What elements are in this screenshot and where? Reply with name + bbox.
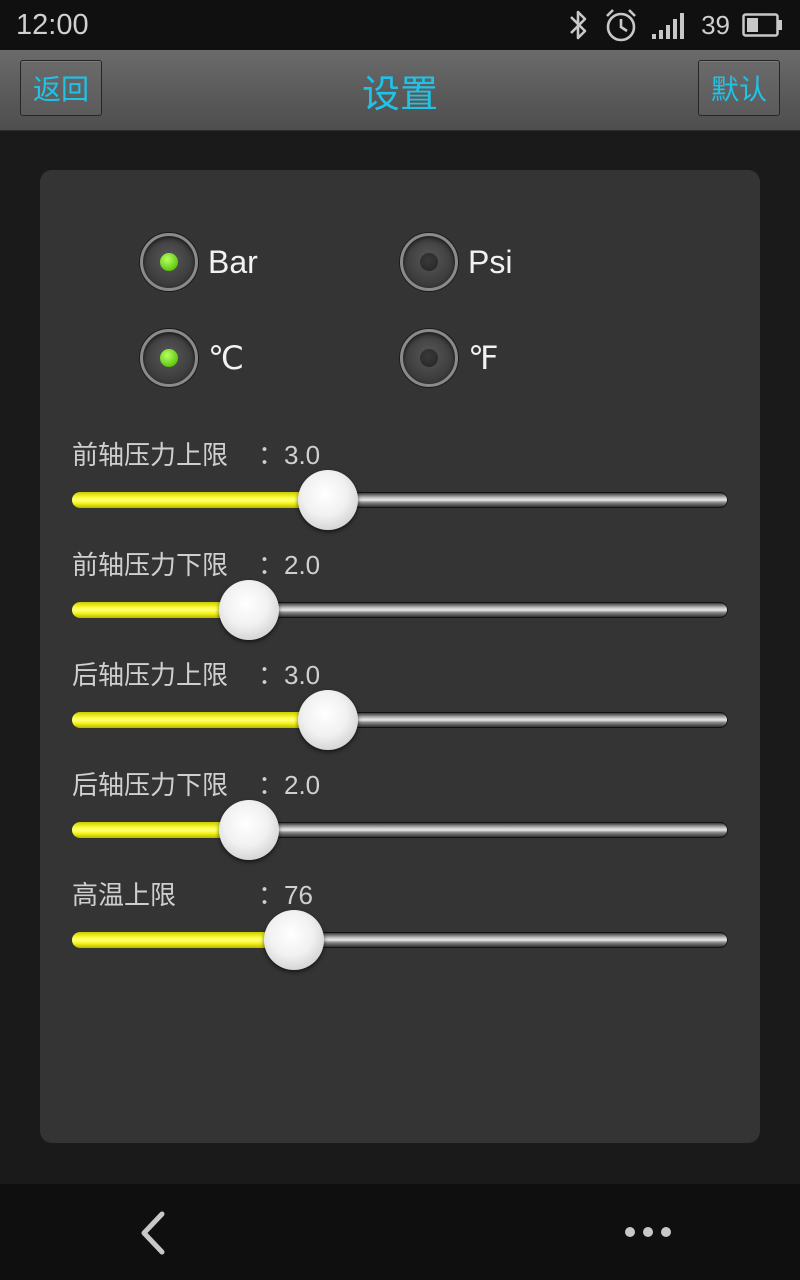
radio-indicator [420, 349, 438, 367]
radio-celsius[interactable]: ℃ [140, 329, 244, 387]
radio-label-celsius: ℃ [208, 340, 244, 376]
setting-label: 后轴压力下限 [72, 771, 229, 801]
slider-thumb[interactable] [219, 800, 279, 860]
radio-psi[interactable]: Psi [400, 233, 512, 291]
page-title: 设置 [361, 71, 438, 116]
radio-button[interactable] [140, 329, 198, 387]
radio-bar[interactable]: Bar [140, 233, 258, 291]
setting-label: 高温上限 [72, 881, 177, 911]
radio-indicator [160, 349, 178, 367]
setting-value: ：2.0 [258, 770, 321, 800]
status-icons: 39 [565, 7, 784, 43]
slider-fill [72, 712, 328, 728]
slider-thumb[interactable] [264, 910, 324, 970]
radio-label-bar: Bar [208, 243, 258, 280]
setting-label: 后轴压力上限 [72, 661, 229, 691]
bluetooth-icon [570, 10, 587, 40]
battery-percent: 39 [701, 9, 730, 40]
rear-upper-slider[interactable] [72, 690, 728, 750]
front-upper-slider[interactable] [72, 470, 728, 530]
radio-indicator [420, 253, 438, 271]
back-arrow-icon[interactable] [132, 1208, 172, 1258]
radio-button[interactable] [140, 233, 198, 291]
radio-label-fahrenheit: ℉ [468, 340, 499, 376]
setting-value: ：3.0 [258, 660, 321, 690]
status-bar: 12:00 39 [0, 0, 800, 50]
radio-button[interactable] [400, 329, 458, 387]
radio-fahrenheit[interactable]: ℉ [400, 329, 498, 387]
setting-value: ：2.0 [258, 550, 321, 580]
slider-fill [72, 932, 294, 948]
radio-button[interactable] [400, 233, 458, 291]
slider-thumb[interactable] [298, 690, 358, 750]
radio-label-psi: Psi [468, 243, 513, 280]
battery-icon [742, 13, 782, 37]
setting-value: ：76 [258, 880, 313, 910]
signal-icon [652, 13, 685, 39]
setting-label: 前轴压力下限 [72, 551, 229, 581]
slider-thumb[interactable] [298, 470, 358, 530]
navigation-bar [0, 1184, 800, 1280]
status-time: 12:00 [16, 8, 89, 41]
high-temp-slider[interactable] [72, 910, 728, 970]
more-options-icon[interactable] [620, 1220, 676, 1244]
alarm-icon [606, 9, 636, 42]
slider-fill [72, 492, 328, 508]
setting-value: ：3.0 [258, 440, 321, 470]
rear-lower-slider[interactable] [72, 800, 728, 860]
slider-thumb[interactable] [219, 580, 279, 640]
front-lower-slider[interactable] [72, 580, 728, 640]
setting-label: 前轴压力上限 [72, 441, 229, 471]
radio-indicator [160, 253, 178, 271]
